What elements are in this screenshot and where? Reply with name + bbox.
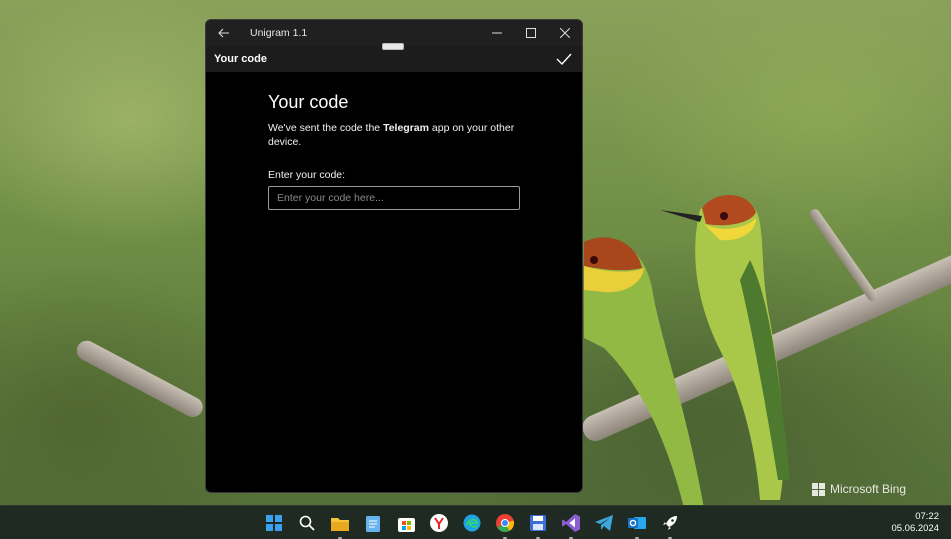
checkmark-icon bbox=[556, 53, 572, 65]
edge-taskbar-button[interactable] bbox=[460, 511, 484, 535]
save-app-icon bbox=[530, 515, 546, 531]
yandex-browser-taskbar-button[interactable] bbox=[427, 511, 451, 535]
maximize-icon bbox=[526, 28, 536, 38]
start-taskbar-button[interactable] bbox=[262, 511, 286, 535]
rocket-app-taskbar-button[interactable] bbox=[658, 511, 682, 539]
yandex-browser-icon bbox=[430, 514, 448, 532]
taskbar: 07:22 05.06.2024 bbox=[0, 505, 951, 539]
unigram-window: Unigram 1.1 Your code Your code We've se… bbox=[205, 19, 583, 493]
page-title: Your code bbox=[268, 92, 349, 112]
code-form: Your code We've sent the code the Telegr… bbox=[268, 92, 528, 210]
minimize-button[interactable] bbox=[480, 20, 514, 46]
outlook-taskbar-button[interactable] bbox=[625, 511, 649, 539]
maximize-button[interactable] bbox=[514, 20, 548, 46]
bing-watermark-text: Microsoft Bing bbox=[830, 482, 907, 496]
chrome-taskbar-button[interactable] bbox=[493, 511, 517, 539]
visual-studio-taskbar-button[interactable] bbox=[559, 511, 583, 539]
file-explorer-taskbar-button[interactable] bbox=[328, 511, 352, 539]
wallpaper-branch bbox=[73, 337, 207, 421]
telegram-taskbar-button[interactable] bbox=[592, 511, 616, 535]
minimize-icon bbox=[492, 32, 502, 34]
drag-handle[interactable] bbox=[382, 43, 404, 50]
telegram-icon bbox=[595, 515, 613, 531]
search-taskbar-button[interactable] bbox=[295, 511, 319, 535]
desc-text-start: We've sent the code the bbox=[268, 122, 384, 134]
desc-app-name: Telegram bbox=[383, 122, 429, 134]
back-arrow-icon bbox=[218, 28, 229, 38]
clock-time: 07:22 bbox=[915, 511, 939, 522]
file-explorer-icon bbox=[331, 516, 349, 531]
bing-logo-icon bbox=[812, 482, 825, 496]
clock-date: 05.06.2024 bbox=[891, 523, 939, 534]
page-header: Your code bbox=[206, 43, 582, 72]
microsoft-bing-watermark: Microsoft Bing bbox=[812, 480, 906, 498]
code-input[interactable] bbox=[268, 186, 520, 210]
system-clock[interactable]: 07:22 05.06.2024 bbox=[891, 511, 939, 535]
rocket-app-icon bbox=[662, 515, 678, 531]
code-field-label: Enter your code: bbox=[268, 169, 346, 181]
close-icon bbox=[560, 28, 570, 38]
bird-illustration bbox=[584, 237, 704, 508]
close-button[interactable] bbox=[548, 20, 582, 46]
search-icon bbox=[299, 515, 315, 531]
edge-icon bbox=[463, 514, 481, 532]
confirm-button[interactable] bbox=[554, 50, 574, 68]
microsoft-store-taskbar-button[interactable] bbox=[394, 511, 418, 535]
window-title: Unigram 1.1 bbox=[250, 27, 308, 39]
chrome-icon bbox=[496, 514, 514, 532]
visual-studio-icon bbox=[562, 514, 580, 532]
outlook-icon bbox=[628, 515, 646, 531]
save-app-taskbar-button[interactable] bbox=[526, 511, 550, 539]
back-button[interactable] bbox=[206, 20, 242, 46]
notepad-icon bbox=[366, 515, 380, 532]
notepad-taskbar-button[interactable] bbox=[361, 511, 385, 535]
microsoft-store-icon bbox=[397, 515, 415, 532]
wallpaper-branch bbox=[807, 207, 880, 303]
code-sent-description: We've sent the code the Telegram app on … bbox=[268, 121, 528, 149]
start-icon bbox=[266, 515, 282, 531]
header-title: Your code bbox=[214, 53, 267, 65]
